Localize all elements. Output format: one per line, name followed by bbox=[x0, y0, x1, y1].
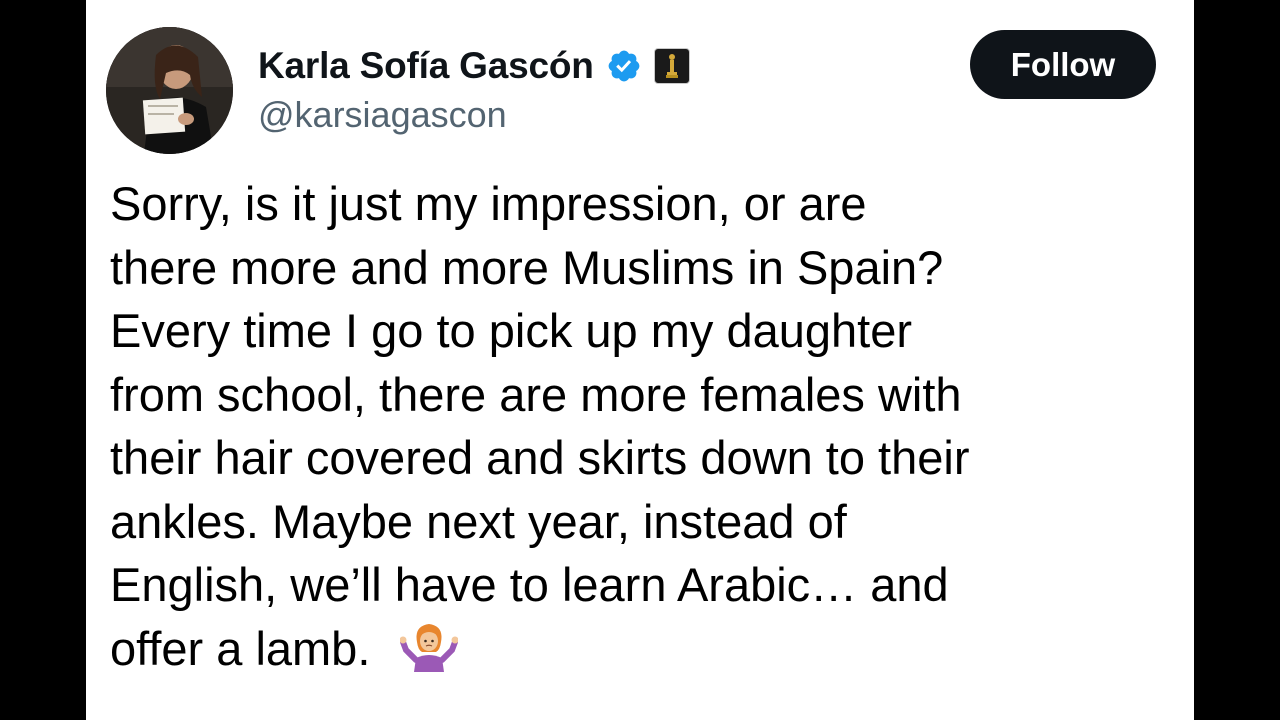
author-name-row: Karla Sofía Gascón bbox=[258, 40, 690, 92]
tweet-last-line: offer a lamb. bbox=[110, 617, 1180, 681]
author-handle[interactable]: @karsiagascon bbox=[258, 94, 507, 136]
tweet-line: English, we’ll have to learn Arabic… and bbox=[110, 558, 949, 611]
tweet-line: from school, there are more females with bbox=[110, 367, 962, 421]
tweet-line: Sorry, is it just my impression, or are bbox=[110, 177, 867, 230]
author-display-name[interactable]: Karla Sofía Gascón bbox=[258, 45, 594, 87]
award-statuette-icon bbox=[665, 54, 678, 78]
tweet-text: Sorry, is it just my impression, or are … bbox=[110, 172, 1180, 680]
person-shrugging-icon bbox=[400, 624, 459, 673]
tweet-line: ankles. Maybe next year, instead of bbox=[110, 494, 847, 548]
tweet-line: there more and more Muslims in Spain? bbox=[110, 240, 944, 294]
follow-button[interactable]: Follow bbox=[970, 30, 1156, 99]
tweet-line: their hair covered and skirts down to th… bbox=[110, 431, 970, 484]
tweet-card: Karla Sofía Gascón @karsiagascon Follow … bbox=[86, 0, 1194, 720]
tweet-line: offer a lamb. bbox=[110, 621, 371, 675]
verified-checkmark-icon bbox=[608, 50, 640, 82]
avatar[interactable] bbox=[106, 27, 233, 154]
avatar-photo-icon bbox=[106, 27, 233, 154]
tweet-line: Every time I go to pick up my daughter bbox=[110, 304, 912, 357]
affiliate-badge[interactable] bbox=[653, 48, 690, 84]
